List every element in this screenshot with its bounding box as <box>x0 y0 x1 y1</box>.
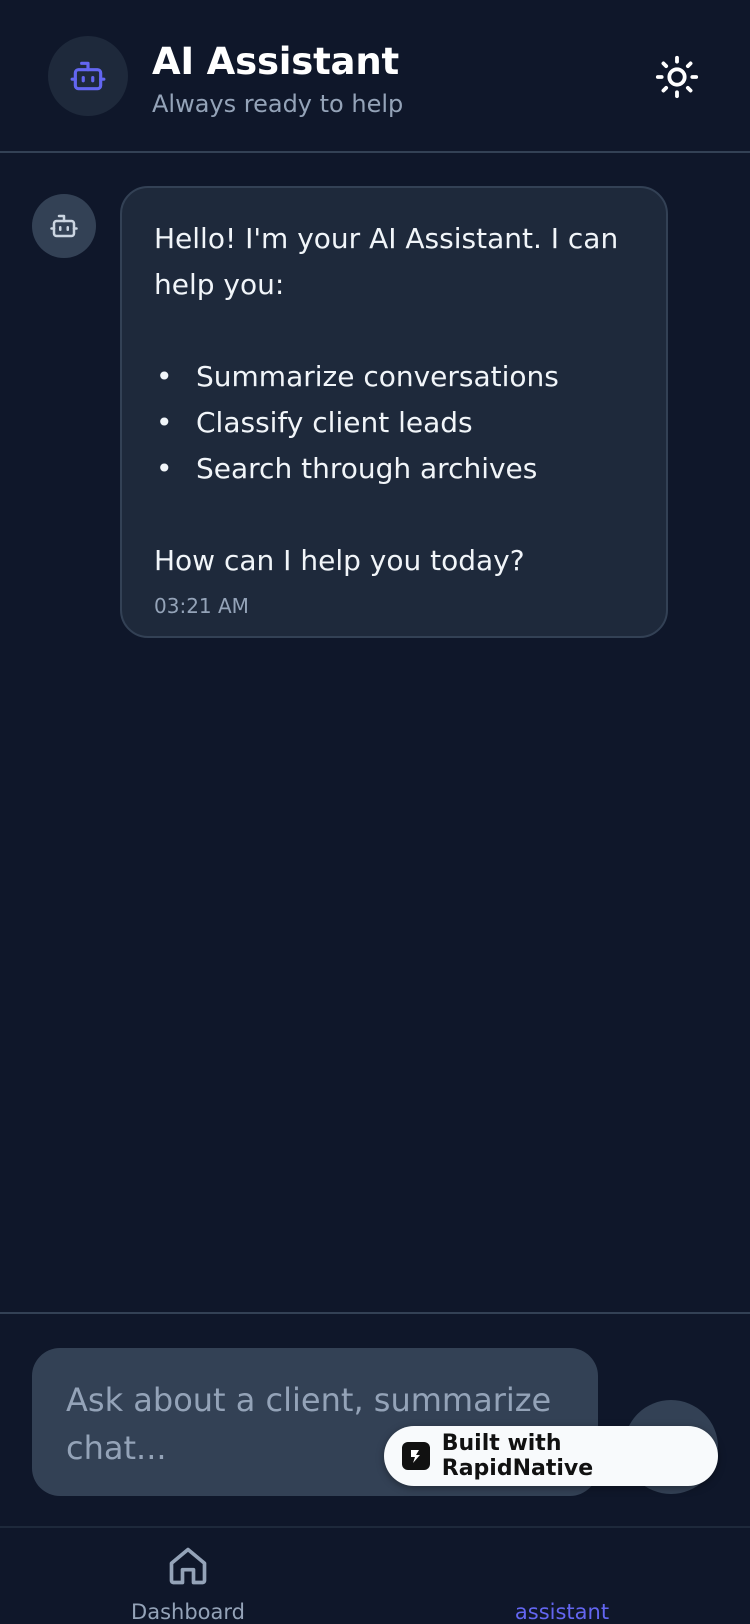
list-item: • Search through archives <box>156 452 538 485</box>
capability-list: • Summarize conversations • Classify clien… <box>154 354 634 492</box>
built-with-badge[interactable]: Built with RapidNative <box>384 1426 718 1486</box>
bottom-nav: Dashboard assistant <box>0 1526 750 1624</box>
app-root: AI Assistant Always ready to help Hello!… <box>0 0 750 1624</box>
message-closing: How can I help you today? <box>154 544 525 577</box>
robot-icon <box>70 61 106 91</box>
rapidnative-logo-icon <box>402 1442 430 1470</box>
badge-text: Built with RapidNative <box>441 1431 594 1481</box>
sun-icon <box>655 55 699 99</box>
page-title: AI Assistant <box>152 40 399 83</box>
assistant-message-bubble: Hello! I'm your AI Assistant. I can help… <box>120 186 668 638</box>
composer: Built with RapidNative <box>0 1312 750 1528</box>
message-intro: Hello! I'm your AI Assistant. I can help… <box>154 222 619 301</box>
nav-item-assistant[interactable]: assistant <box>462 1528 662 1624</box>
home-icon <box>169 1547 207 1585</box>
nav-item-dashboard[interactable]: Dashboard <box>88 1528 288 1624</box>
nav-label-dashboard: Dashboard <box>131 1600 245 1624</box>
robot-icon <box>50 214 78 238</box>
header: AI Assistant Always ready to help <box>0 0 750 153</box>
list-item: • Summarize conversations <box>156 360 559 393</box>
nav-label-assistant: assistant <box>514 1600 610 1624</box>
theme-toggle-button[interactable] <box>652 52 702 102</box>
message-timestamp: 03:21 AM <box>154 594 249 618</box>
page-subtitle: Always ready to help <box>152 90 404 118</box>
list-item: • Classify client leads <box>156 406 473 439</box>
assistant-avatar <box>48 36 128 116</box>
message-avatar <box>32 194 96 258</box>
